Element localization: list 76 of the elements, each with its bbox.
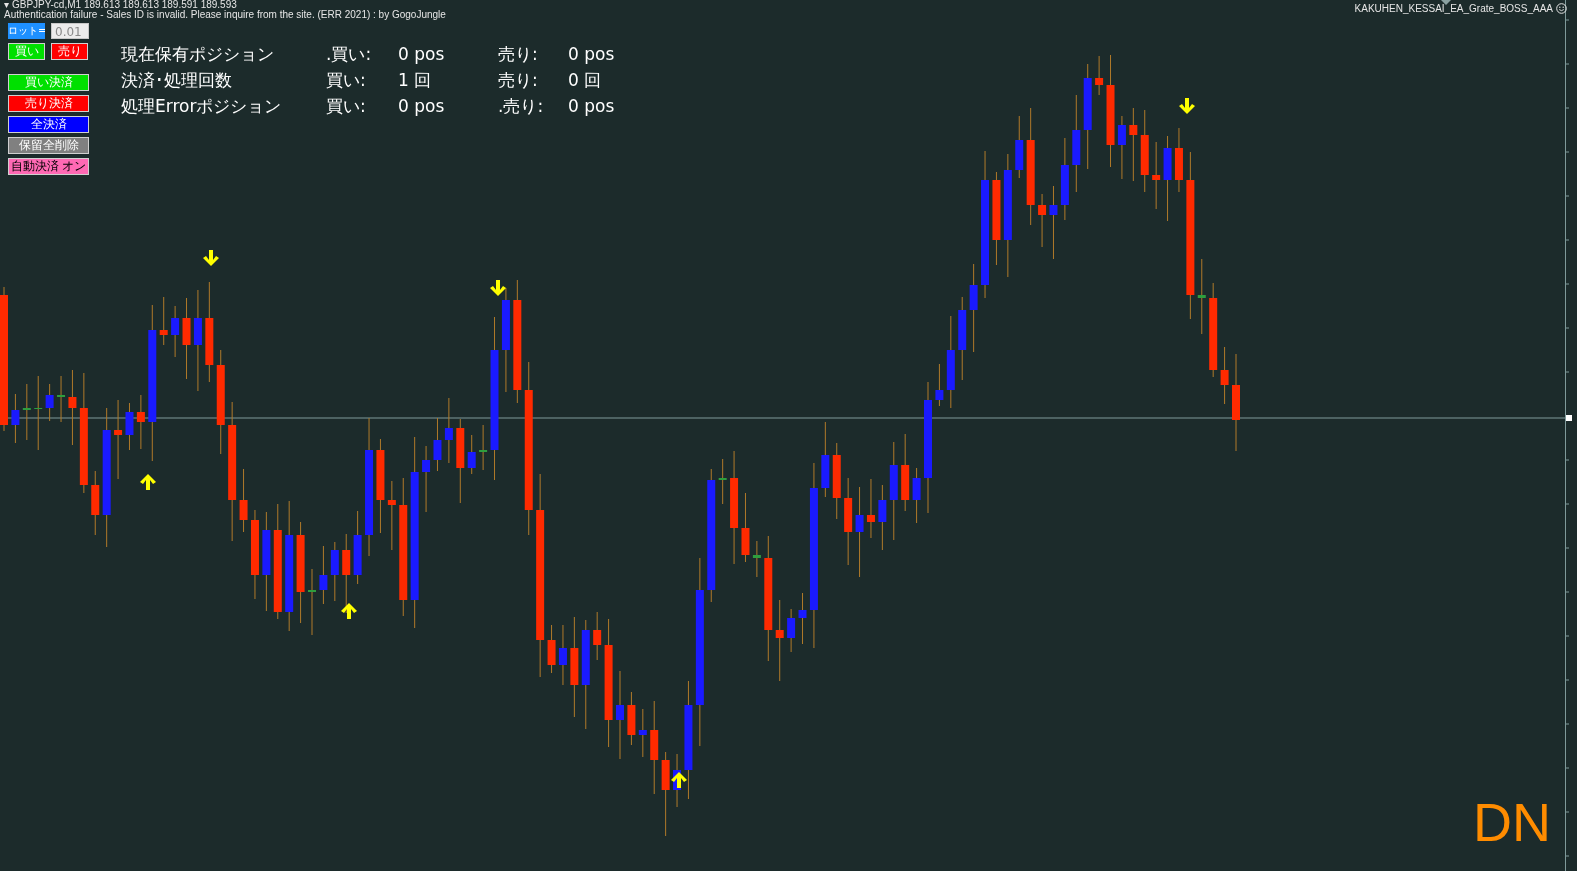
candlestick	[878, 484, 887, 551]
candlestick	[866, 478, 875, 539]
candlestick	[479, 424, 488, 471]
stat-label: 現在保有ポジション	[121, 43, 275, 65]
candlestick	[22, 383, 31, 441]
down-arrow-icon	[203, 250, 219, 266]
candlestick	[1038, 193, 1047, 248]
candlestick	[752, 540, 761, 578]
candlestick	[798, 592, 807, 645]
candlestick	[171, 305, 180, 358]
action-button[interactable]: 全決済	[8, 116, 89, 133]
price-marker	[1566, 415, 1572, 421]
candlestick	[11, 393, 20, 444]
candlestick	[136, 394, 145, 450]
sell-value: 0 回	[568, 69, 603, 91]
action-button[interactable]: 自動決済 オン	[8, 158, 89, 175]
candlestick	[741, 492, 750, 563]
candlestick	[558, 624, 567, 686]
up-arrow-icon	[140, 474, 156, 490]
candlestick	[1174, 127, 1183, 193]
candlestick	[787, 608, 796, 653]
candlestick	[422, 445, 431, 513]
candlestick	[547, 624, 556, 674]
buy-value: 1 回	[398, 69, 433, 91]
buy-value: 0 pos	[398, 95, 446, 117]
candlestick	[1152, 141, 1161, 210]
candlestick	[308, 568, 316, 636]
candlestick	[125, 402, 134, 451]
stat-label: 処理Errorポジション	[121, 95, 283, 117]
sell-label: 売り:	[498, 69, 539, 91]
smiley-icon	[1556, 3, 1567, 14]
candlestick	[912, 467, 921, 524]
down-arrow-icon	[490, 280, 506, 296]
expert-name: KAKUHEN_KESSAI_EA_Grate_BOSS_AAA	[1354, 3, 1553, 14]
candlestick	[444, 397, 453, 464]
sell-value: 0 pos	[568, 43, 616, 65]
buy-label: 買い:	[326, 69, 367, 91]
buy-value: 0 pos	[398, 43, 446, 65]
signal-text: DN	[1473, 795, 1551, 849]
candlestick	[433, 417, 442, 472]
candlestick	[45, 383, 54, 422]
candlestick	[159, 296, 168, 346]
candlestick	[638, 708, 647, 758]
candlestick	[593, 611, 602, 661]
down-arrow-icon	[1179, 98, 1195, 114]
action-button[interactable]: 保留全削除	[8, 137, 89, 154]
chart-symbol-line: GBPJPY-cd,M1 189.613 189.613 189.591 189.593	[12, 0, 237, 10]
candlestick	[1220, 346, 1229, 405]
sell-label: .売り:	[498, 95, 545, 117]
action-button[interactable]: 売り決済	[8, 95, 89, 112]
candlestick	[718, 458, 727, 505]
candlestick	[627, 691, 636, 746]
up-arrow-icon	[671, 772, 687, 788]
sell-value: 0 pos	[568, 95, 616, 117]
buy-label: 買い:	[326, 95, 367, 117]
menu-glyph[interactable]: ▾	[4, 0, 9, 10]
candlestick	[387, 480, 396, 551]
candlestick	[1117, 115, 1126, 180]
shift-marker-icon	[1441, 0, 1451, 5]
up-arrow-icon	[341, 603, 357, 619]
sell-label: 売り:	[498, 43, 539, 65]
candlestick	[467, 434, 476, 475]
candlestick	[319, 545, 328, 605]
order-button[interactable]: 売り	[51, 43, 88, 60]
candlestick	[1015, 115, 1024, 179]
candlestick	[57, 375, 66, 423]
stat-label: 決済･処理回数	[121, 69, 233, 91]
lot-field[interactable]: 0.01	[51, 23, 89, 39]
candlestick	[1095, 55, 1104, 96]
lot-label: ロット=	[8, 23, 45, 39]
candlestick	[935, 363, 944, 407]
buy-label: .買い:	[326, 43, 373, 65]
status-message: Authentication failure - Sales ID is invalid. Please inquire from the site. (ERR 2021) : by GogoJungle	[4, 10, 446, 20]
candlestick	[239, 468, 248, 533]
candlestick	[330, 541, 339, 602]
candlestick	[91, 470, 100, 536]
